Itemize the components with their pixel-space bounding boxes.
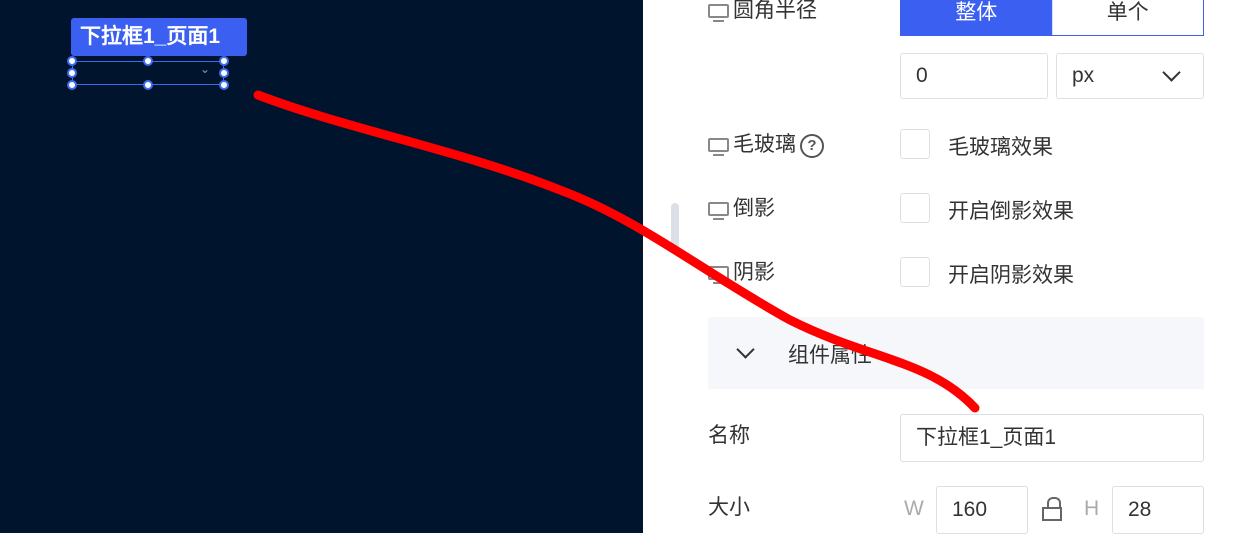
unlock-icon[interactable] bbox=[1040, 497, 1064, 523]
resize-handle-top-left[interactable] bbox=[67, 56, 77, 66]
frosted-glass-checkbox[interactable] bbox=[900, 129, 930, 159]
frosted-glass-checkbox-label[interactable]: 毛玻璃效果 bbox=[948, 131, 1053, 161]
reflection-checkbox[interactable] bbox=[900, 193, 930, 223]
size-label: 大小 bbox=[708, 496, 750, 519]
name-label: 名称 bbox=[708, 424, 750, 447]
toggle-single-button[interactable]: 单个 bbox=[1051, 0, 1203, 35]
component-properties-header[interactable]: 组件属性 bbox=[708, 317, 1204, 389]
property-panel: 圆角半径 整体 单个 0 px 毛玻璃? 毛玻璃效果 倒影 开启倒影效果 阴影 … bbox=[684, 0, 1241, 534]
reflection-label: 倒影 bbox=[708, 192, 775, 222]
panel-scrollbar-thumb[interactable] bbox=[671, 203, 679, 249]
resize-handle-right[interactable] bbox=[219, 68, 229, 78]
resize-handle-bottom-left[interactable] bbox=[67, 80, 77, 90]
monitor-icon bbox=[708, 138, 729, 156]
shadow-checkbox[interactable] bbox=[900, 257, 930, 287]
resize-handle-top[interactable] bbox=[143, 56, 153, 66]
resize-handle-bottom-right[interactable] bbox=[219, 80, 229, 90]
corner-radius-label: 圆角半径 bbox=[708, 0, 817, 24]
selected-component-label: 下拉框1_页面1 bbox=[71, 18, 247, 56]
shadow-checkbox-label[interactable]: 开启阴影效果 bbox=[948, 259, 1074, 289]
corner-radius-unit-select[interactable]: px bbox=[1056, 53, 1204, 99]
corner-radius-value: 0 bbox=[916, 64, 928, 87]
corner-radius-unit-value: px bbox=[1072, 64, 1095, 87]
chevron-down-icon: ⌄ bbox=[200, 62, 211, 76]
resize-handle-bottom[interactable] bbox=[143, 80, 153, 90]
width-input[interactable]: 160 bbox=[936, 486, 1028, 534]
shadow-label: 阴影 bbox=[708, 256, 775, 286]
name-value: 下拉框1_页面1 bbox=[916, 426, 1057, 449]
resize-handle-top-right[interactable] bbox=[219, 56, 229, 66]
width-value: 160 bbox=[952, 498, 988, 521]
height-input[interactable]: 28 bbox=[1112, 486, 1204, 534]
monitor-icon bbox=[708, 4, 729, 22]
chevron-down-icon bbox=[1162, 63, 1181, 82]
name-input[interactable]: 下拉框1_页面1 bbox=[900, 414, 1204, 462]
width-label: W bbox=[904, 497, 924, 520]
component-properties-title: 组件属性 bbox=[788, 344, 872, 367]
panel-scroll-gutter bbox=[643, 0, 684, 533]
frosted-glass-label: 毛玻璃? bbox=[708, 128, 824, 158]
height-label: H bbox=[1084, 497, 1100, 520]
toggle-whole-button[interactable]: 整体 bbox=[901, 0, 1052, 35]
chevron-down-icon bbox=[736, 340, 755, 359]
question-circle-icon[interactable]: ? bbox=[800, 134, 824, 158]
design-canvas[interactable]: 下拉框1_页面1 ⌄ bbox=[0, 0, 643, 533]
height-value: 28 bbox=[1128, 498, 1152, 521]
corner-radius-mode-toggle: 整体 单个 bbox=[900, 0, 1204, 36]
corner-radius-input[interactable]: 0 bbox=[900, 53, 1048, 99]
resize-handle-left[interactable] bbox=[67, 68, 77, 78]
reflection-checkbox-label[interactable]: 开启倒影效果 bbox=[948, 195, 1074, 225]
monitor-icon bbox=[708, 202, 729, 220]
monitor-icon bbox=[708, 266, 729, 284]
